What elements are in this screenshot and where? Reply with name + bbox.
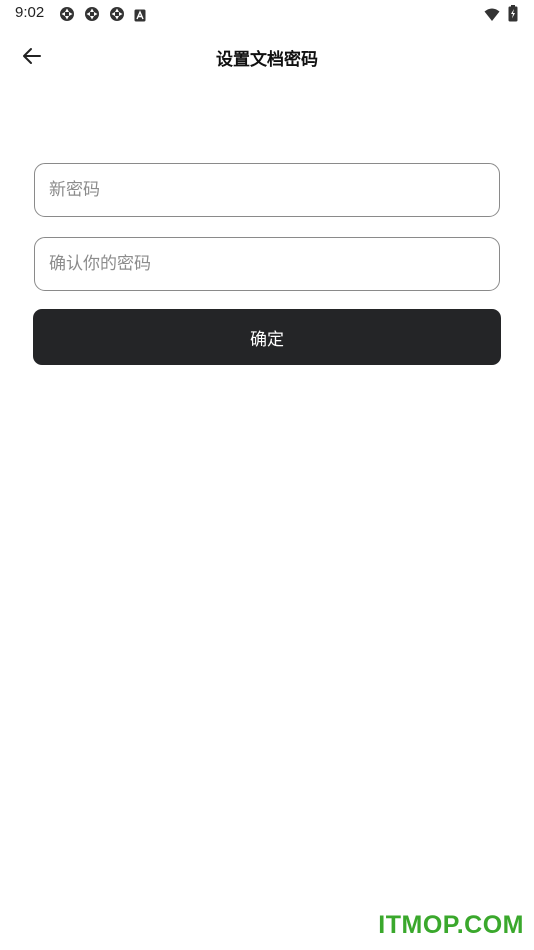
watermark-logo: ITMOP.COM (378, 911, 524, 939)
confirm-password-field[interactable] (34, 237, 500, 291)
confirm-button[interactable]: 确定 (33, 309, 501, 365)
page-title: 设置文档密码 (216, 50, 318, 70)
new-password-field[interactable] (34, 163, 500, 217)
confirm-button-label: 确定 (250, 329, 284, 350)
wifi-icon (484, 7, 500, 23)
status-bar: 9:02 (0, 0, 534, 28)
vpn-icon (109, 6, 125, 22)
confirm-password-input[interactable] (35, 238, 499, 290)
app-bar: 设置文档密码 (0, 28, 534, 86)
vpn-icon (59, 6, 75, 22)
a-notification-icon (134, 7, 146, 22)
vpn-icon (84, 6, 100, 22)
new-password-input[interactable] (35, 164, 499, 216)
status-time: 9:02 (15, 4, 45, 21)
battery-icon (508, 5, 518, 22)
